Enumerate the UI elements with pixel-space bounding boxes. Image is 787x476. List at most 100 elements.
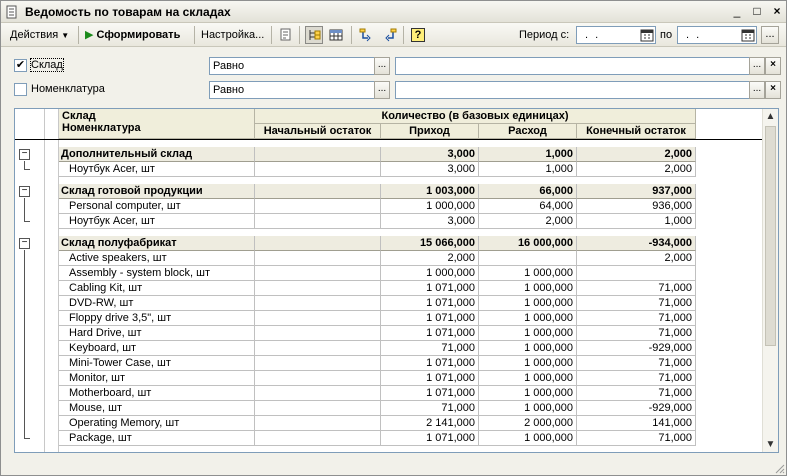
period-from-value: . .	[585, 29, 601, 41]
nomenclature-checkbox[interactable]	[14, 83, 27, 96]
close-button[interactable]: ×	[769, 4, 785, 19]
item-expense-cell: 1 000,000	[479, 326, 577, 341]
group-row[interactable]: Дополнительный склад 3,000 1,000 2,000	[59, 147, 696, 162]
value-select-button[interactable]: ...	[749, 57, 765, 75]
nomenclature-condition-field[interactable]: Равно	[209, 81, 375, 99]
settings-button[interactable]: Настройка...	[201, 27, 264, 43]
group-income-cell: 1 003,000	[381, 184, 479, 199]
item-start-cell	[255, 199, 381, 214]
collapse-group-icon[interactable]: −	[19, 186, 30, 197]
group-name-cell: Дополнительный склад	[59, 147, 255, 162]
clear-icon[interactable]: ×	[765, 57, 781, 75]
item-start-cell	[255, 356, 381, 371]
item-row[interactable]: Active speakers, шт 2,000 2,000	[59, 251, 696, 266]
period-to-label: по	[660, 29, 673, 41]
toolbar: Действия ▼ ▶ Сформировать Настройка... ?…	[1, 23, 786, 47]
item-row[interactable]: Mini-Tower Case, шт 1 071,000 1 000,000 71,…	[59, 356, 696, 371]
item-row[interactable]: Ноутбук Acer, шт 3,000 1,000 2,000	[59, 162, 696, 177]
nomenclature-value-field[interactable]	[395, 81, 750, 99]
item-income-cell: 1 071,000	[381, 311, 479, 326]
warehouse-value-field[interactable]	[395, 57, 750, 75]
group-income-cell: 15 066,000	[381, 236, 479, 251]
help-icon[interactable]: ?	[409, 26, 427, 44]
group-start-cell	[255, 147, 381, 162]
collapse-icon[interactable]	[381, 26, 399, 44]
calendar-icon[interactable]	[741, 28, 755, 42]
item-row[interactable]: Operating Memory, шт 2 141,000 2 000,000 14…	[59, 416, 696, 431]
item-name-cell: Motherboard, шт	[59, 386, 255, 401]
collapse-group-icon[interactable]: −	[19, 238, 30, 249]
header-expense: Расход	[479, 124, 577, 139]
header-nomenclature: Номенклатура	[62, 122, 141, 134]
item-end-cell: 1,000	[577, 214, 696, 229]
item-row[interactable]: Cabling Kit, шт 1 071,000 1 000,000 71,000	[59, 281, 696, 296]
resize-grip-icon[interactable]	[773, 462, 785, 474]
table-view-icon[interactable]	[327, 26, 345, 44]
item-name-cell: Operating Memory, шт	[59, 416, 255, 431]
group-name-cell: Склад полуфабрикат	[59, 236, 255, 251]
condition-select-button[interactable]: ...	[374, 57, 390, 75]
minimize-button[interactable]: _	[729, 4, 745, 19]
item-start-cell	[255, 162, 381, 177]
item-name-cell: Assembly - system block, шт	[59, 266, 255, 281]
item-name-cell: Active speakers, шт	[59, 251, 255, 266]
expand-icon[interactable]	[357, 26, 375, 44]
report-doc-icon	[6, 5, 17, 19]
item-start-cell	[255, 431, 381, 446]
value-select-button[interactable]: ...	[749, 81, 765, 99]
generate-button[interactable]: ▶ Сформировать	[85, 27, 180, 43]
item-start-cell	[255, 326, 381, 341]
item-end-cell: 71,000	[577, 431, 696, 446]
period-select-button[interactable]: ...	[761, 26, 779, 44]
item-row[interactable]: DVD-RW, шт 1 071,000 1 000,000 71,000	[59, 296, 696, 311]
scroll-down-icon[interactable]: ▼	[763, 437, 778, 452]
scroll-up-icon[interactable]: ▲	[763, 109, 778, 124]
calendar-icon[interactable]	[640, 28, 654, 42]
vertical-scrollbar[interactable]: ▲ ▼	[762, 109, 778, 452]
toolbar-separator	[78, 26, 79, 44]
item-row[interactable]: Ноутбук Acer, шт 3,000 2,000 1,000	[59, 214, 696, 229]
item-row[interactable]: Monitor, шт 1 071,000 1 000,000 71,000	[59, 371, 696, 386]
tree-structure-icon[interactable]	[305, 26, 323, 44]
period-from-field[interactable]: . .	[576, 26, 656, 44]
item-expense-cell: 1 000,000	[479, 341, 577, 356]
maximize-button[interactable]: □	[749, 4, 765, 19]
title-bar[interactable]: Ведомость по товарам на складах _ □ ×	[1, 1, 786, 23]
group-income-cell: 3,000	[381, 147, 479, 162]
item-name-cell: Ноутбук Acer, шт	[59, 214, 255, 229]
collapse-group-icon[interactable]: −	[19, 149, 30, 160]
warehouse-condition-field[interactable]: Равно	[209, 57, 375, 75]
item-row[interactable]: Package, шт 1 071,000 1 000,000 71,000	[59, 431, 696, 446]
group-row[interactable]: Склад готовой продукции 1 003,000 66,000 93…	[59, 184, 696, 199]
warehouse-filter-label[interactable]: Склад	[30, 58, 64, 72]
item-row[interactable]: Keyboard, шт 71,000 1 000,000 -929,000	[59, 341, 696, 356]
clear-icon[interactable]: ×	[765, 81, 781, 99]
item-expense-cell: 1 000,000	[479, 431, 577, 446]
report-spreadsheet[interactable]: Склад Номенклатура Количество (в базовых…	[14, 108, 779, 453]
group-row[interactable]: Склад полуфабрикат 15 066,000 16 000,000 -9…	[59, 236, 696, 251]
item-income-cell: 1 071,000	[381, 371, 479, 386]
item-start-cell	[255, 371, 381, 386]
item-end-cell: 141,000	[577, 416, 696, 431]
report-window: Ведомость по товарам на складах _ □ × Де…	[0, 0, 787, 476]
nomenclature-filter-label[interactable]: Номенклатура	[31, 83, 105, 95]
toolbar-separator	[194, 26, 195, 44]
item-start-cell	[255, 416, 381, 431]
report-settings-icon[interactable]	[277, 26, 295, 44]
item-row[interactable]: Floppy drive 3,5", шт 1 071,000 1 000,000 7…	[59, 311, 696, 326]
item-start-cell	[255, 214, 381, 229]
item-row[interactable]: Mouse, шт 71,000 1 000,000 -929,000	[59, 401, 696, 416]
item-row[interactable]: Hard Drive, шт 1 071,000 1 000,000 71,000	[59, 326, 696, 341]
period-to-field[interactable]: . .	[677, 26, 757, 44]
item-income-cell: 1 071,000	[381, 431, 479, 446]
item-end-cell: 71,000	[577, 281, 696, 296]
actions-menu[interactable]: Действия ▼	[10, 27, 69, 43]
item-end-cell: 71,000	[577, 296, 696, 311]
item-name-cell: Package, шт	[59, 431, 255, 446]
warehouse-checkbox[interactable]: ✔	[14, 59, 27, 72]
scroll-thumb[interactable]	[765, 126, 776, 346]
condition-select-button[interactable]: ...	[374, 81, 390, 99]
item-row[interactable]: Personal computer, шт 1 000,000 64,000 936,…	[59, 199, 696, 214]
item-row[interactable]: Assembly - system block, шт 1 000,000 1 00…	[59, 266, 696, 281]
item-row[interactable]: Motherboard, шт 1 071,000 1 000,000 71,000	[59, 386, 696, 401]
